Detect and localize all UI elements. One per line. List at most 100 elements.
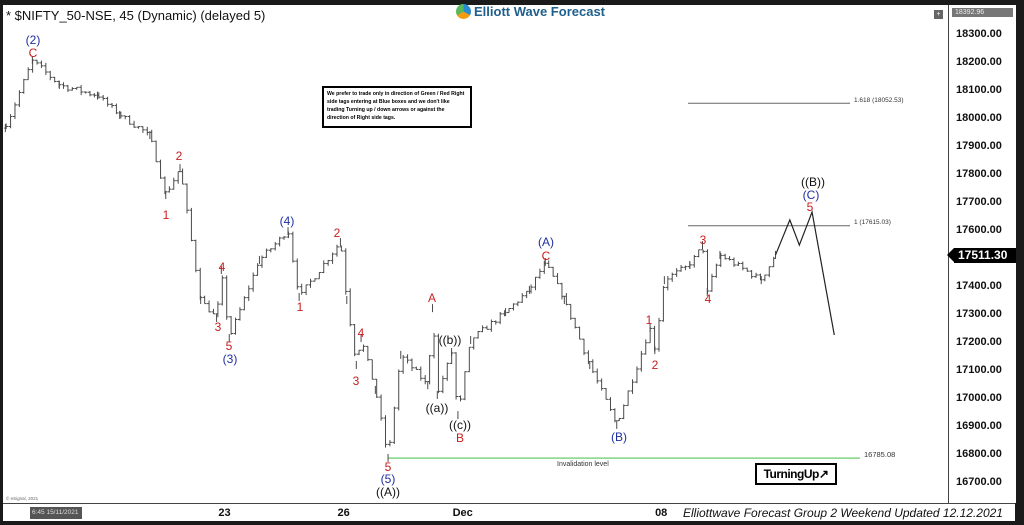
ohlc-bar [683,265,688,271]
ohlc-bar [723,253,728,260]
ohlc-bar [282,236,287,240]
ohlc-bar [630,379,635,394]
ohlc-bar [383,415,388,448]
ohlc-bar [458,395,463,402]
ohlc-bar [17,90,22,108]
y-tick-label: 17200.00 [956,336,1002,348]
ohlc-bar [595,368,600,384]
ohlc-bar [387,440,392,447]
ohlc-bar [370,359,375,380]
ohlc-bar [599,378,604,391]
ohlc-bar [312,278,317,282]
y-tick-label: 17900.00 [956,140,1002,152]
y-tick-label: 17800.00 [956,168,1002,180]
wave-label: 3 [214,320,222,334]
invalidation-label: Invalidation level [557,461,609,468]
copyright: © eSignal, 2021 [6,496,39,501]
ohlc-bar [665,275,670,291]
wave-label: (5) [380,472,396,486]
ohlc-bar [409,358,414,372]
ohlc-bar [577,326,582,340]
ohlc-bar [621,404,626,420]
ohlc-bar [326,259,331,266]
wave-label: ((c)) [449,418,471,432]
ohlc-bar [559,282,564,300]
wave-label: (B) [611,430,627,444]
ohlc-bar [493,320,498,325]
ohlc-bar [123,115,128,120]
logo: Elliott Wave Forecast [456,1,605,21]
ohlc-bar [714,263,719,278]
ohlc-bar [268,248,273,253]
ohlc-bar [736,261,741,267]
ohlc-bar [731,257,736,267]
ohlc-bar [343,248,348,295]
cursor-date[interactable]: 6:45 15/11/2021 [30,507,82,519]
ohlc-bar [392,406,397,444]
ohlc-bar [65,84,70,92]
ohlc-bar [136,126,141,129]
ohlc-bar [308,278,313,288]
ohlc-bar [551,266,556,277]
ohlc-bar [321,260,326,274]
wave-label: ((a)) [425,401,449,415]
ohlc-bar [701,249,706,254]
ohlc-bar [189,207,194,242]
ohlc-bar [476,330,481,339]
ohlc-bar [709,273,714,292]
ohlc-bar [480,325,485,333]
ohlc-bar [767,266,772,278]
ohlc-bar [140,126,145,133]
ohlc-bar [674,268,679,277]
ohlc-bar [365,345,370,362]
ohlc-bar [511,303,516,311]
wave-label: B [455,431,465,445]
wave-label: 5 [806,200,814,214]
ohlc-bar [4,123,9,130]
ohlc-bar [171,177,176,190]
ohlc-bar [348,288,353,327]
ohlc-bar [176,171,181,184]
ohlc-bar [679,264,684,272]
ohlc-bar [661,285,666,322]
ohlc-bar [83,91,88,94]
wave-label: 3 [352,374,360,388]
ohlc-bar [277,236,282,247]
ohlc-bar [233,317,238,335]
ohlc-bar [515,301,520,307]
ohlc-bar [414,366,419,370]
ohlc-bar [110,102,115,108]
x-tick-label: Dec [452,507,473,519]
y-tick-label: 17000.00 [956,392,1002,404]
ohlc-bar [207,300,212,313]
footer-text: Elliottwave Forecast Group 2 Weekend Upd… [683,506,1003,520]
ohlc-bar [727,256,732,261]
logo-icon [456,3,471,19]
arrow-up-right-icon: ↗ [818,467,829,481]
ohlc-bar [299,283,304,295]
ohlc-bar [48,70,53,81]
wave-label: 4 [704,292,712,306]
ohlc-bar [432,332,437,359]
ohlc-bar [740,261,745,271]
ohlc-bar [582,338,587,356]
ohlc-bar [405,354,410,364]
ohlc-bar [507,308,512,314]
expand-icon[interactable]: + [934,10,943,19]
ohlc-bar [396,369,401,411]
ohlc-bar [498,311,503,325]
ohlc-bar [705,249,710,294]
ohlc-bar [524,290,529,299]
ohlc-bar [418,366,423,381]
ohlc-bar [35,59,40,65]
wave-label: (4) [279,214,295,228]
ohlc-bar [127,115,132,125]
ohlc-bar [87,90,92,97]
y-tick-label: 18200.00 [956,56,1002,68]
ohlc-bar [242,296,247,311]
ohlc-bar [537,268,542,279]
ohlc-bar [39,60,44,68]
x-tick-label: 23 [218,507,231,519]
wave-label: 5 [225,339,233,353]
wave-label: 3 [699,233,707,247]
